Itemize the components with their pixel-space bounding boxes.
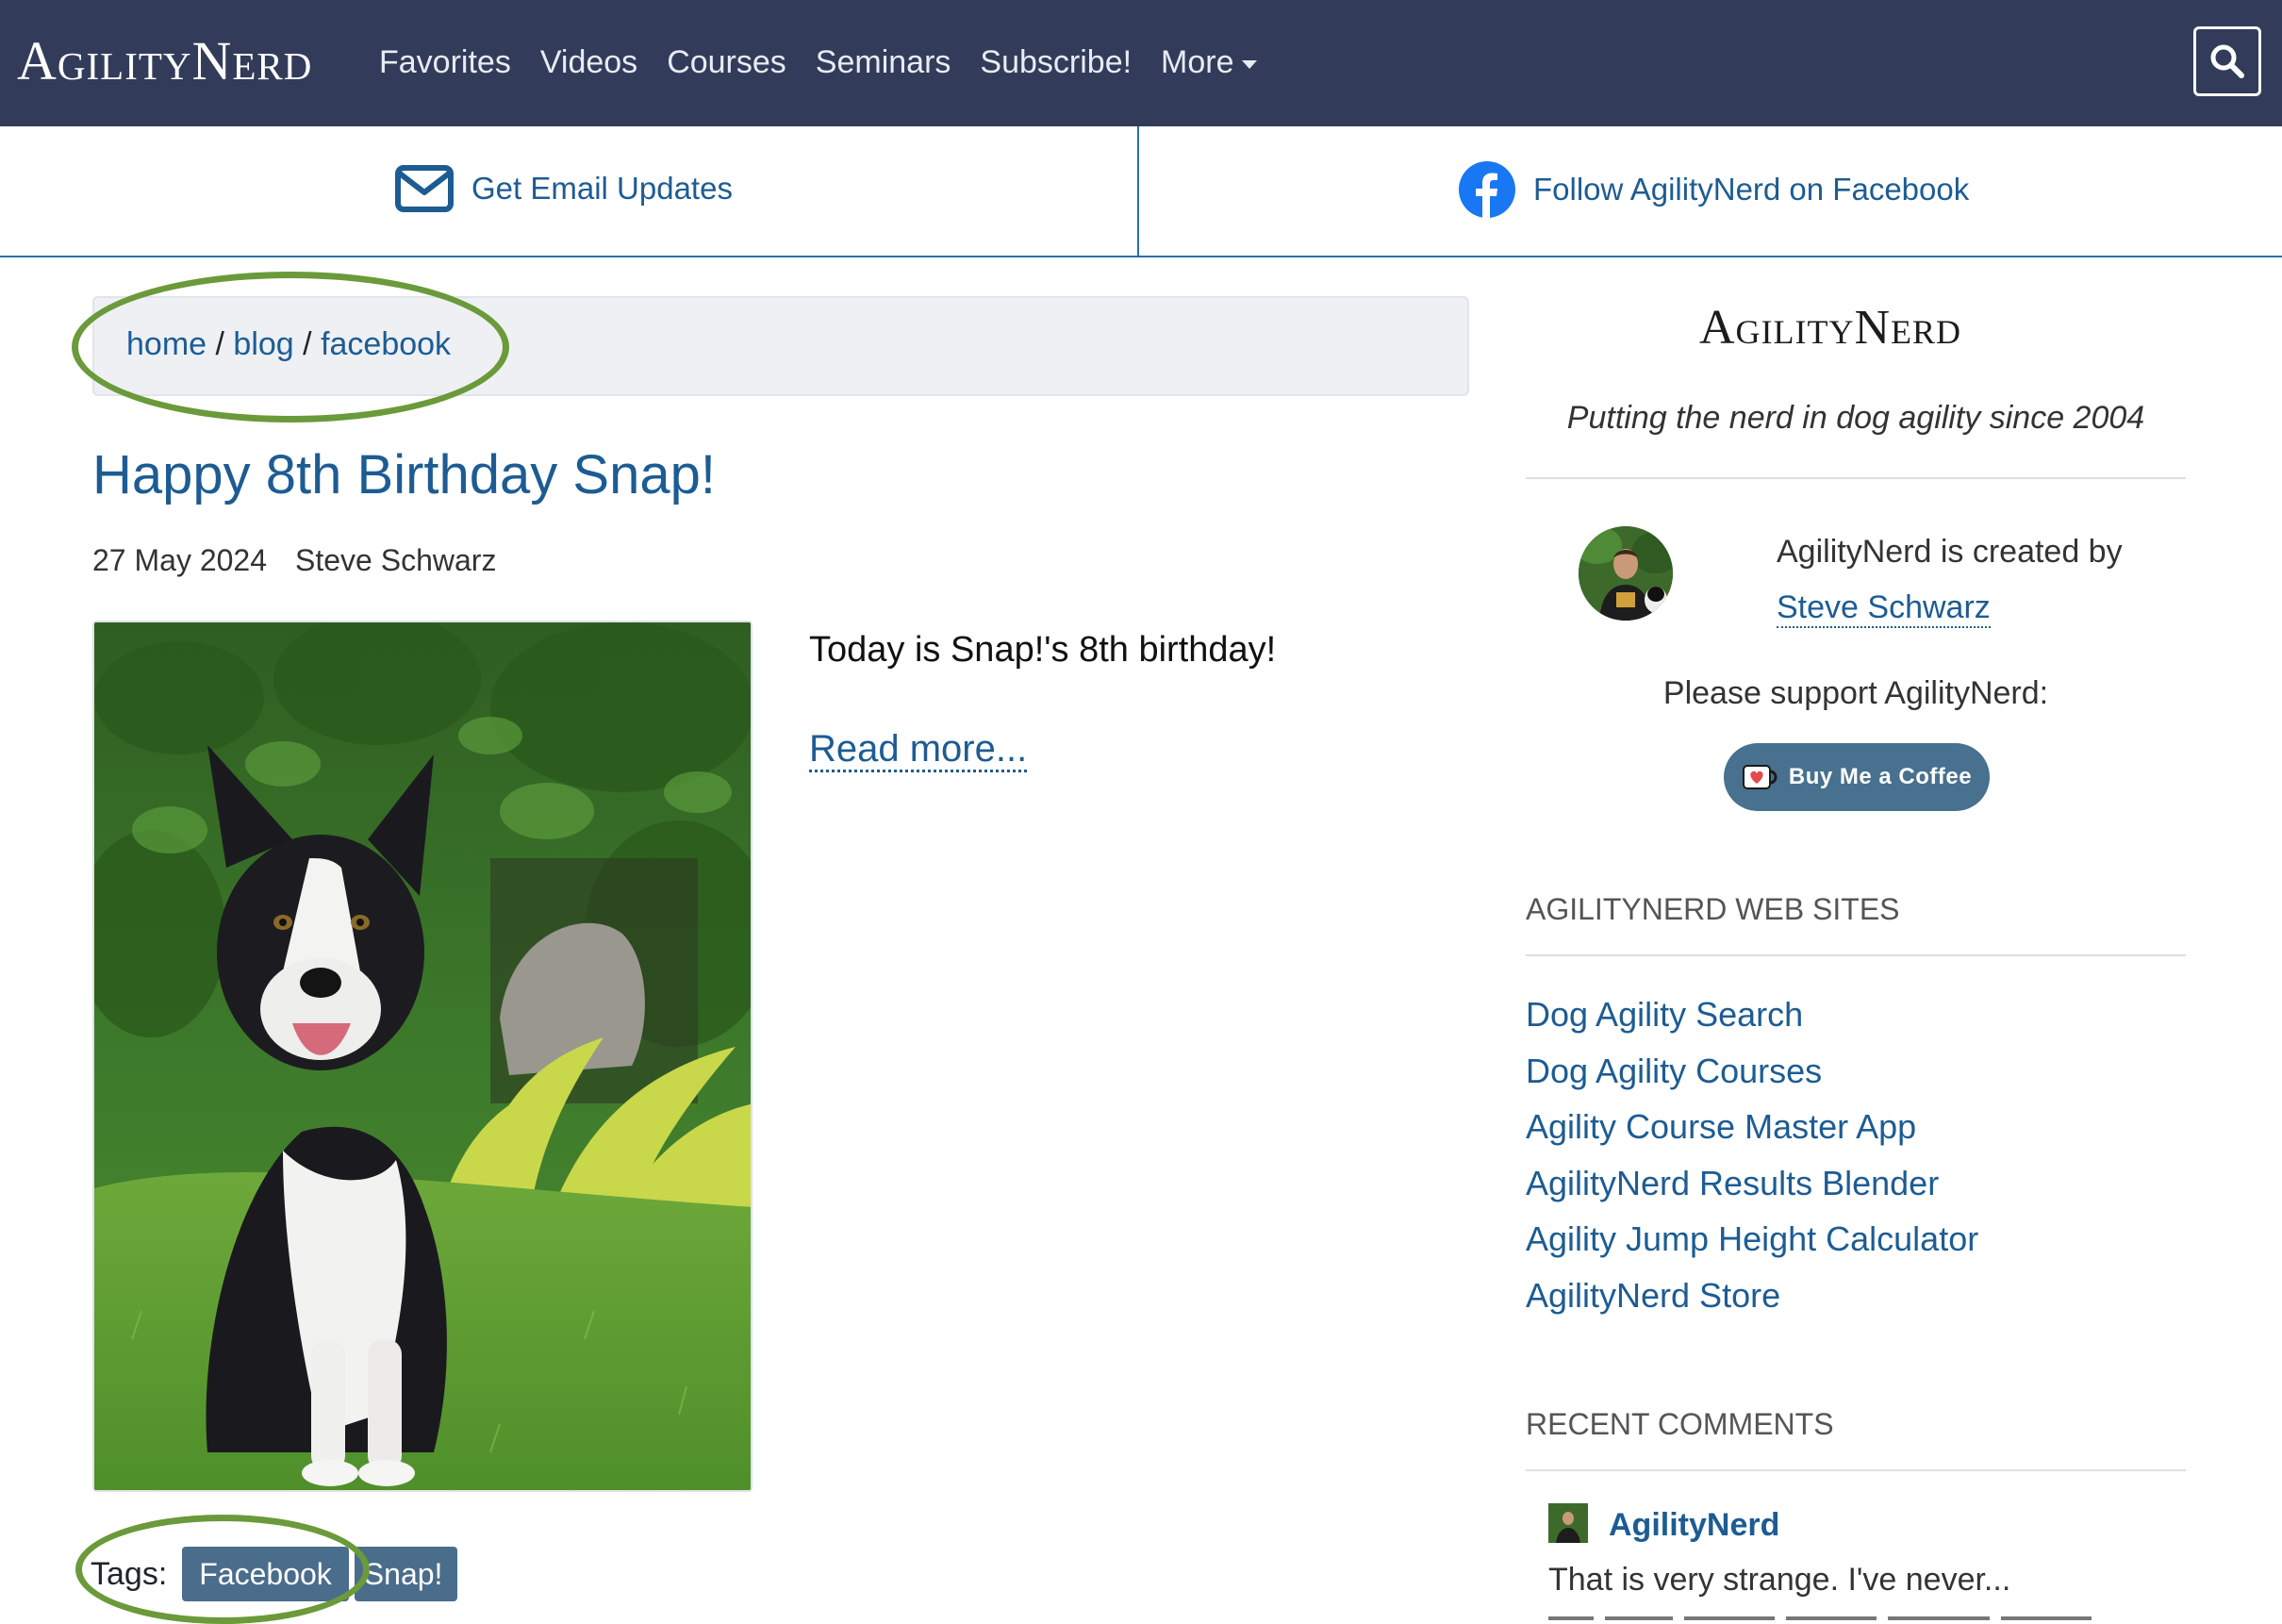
- facebook-follow-link[interactable]: Follow AgilityNerd on Facebook: [1458, 160, 1969, 219]
- email-updates-link[interactable]: Get Email Updates: [394, 164, 733, 213]
- top-navbar: AgilityNerd Favorites Videos Courses Sem…: [0, 0, 2282, 126]
- border-collie-photo: [94, 622, 751, 1490]
- nav-seminars[interactable]: Seminars: [816, 34, 951, 91]
- site-tagline: Putting the nerd in dog agility since 20…: [1566, 400, 2145, 436]
- nav-more-dropdown[interactable]: More: [1161, 34, 1257, 91]
- post-excerpt: Today is Snap!'s 8th birthday!: [809, 630, 1277, 670]
- post-date: 27 May 2024: [92, 543, 268, 577]
- buy-me-a-coffee-button[interactable]: Buy Me a Coffee: [1724, 743, 1990, 811]
- main-nav: Favorites Videos Courses Seminars Subscr…: [379, 34, 1286, 91]
- breadcrumb-separator: /: [303, 326, 312, 362]
- comment-author-link[interactable]: AgilityNerd: [1609, 1507, 1779, 1544]
- facebook-follow-label: Follow AgilityNerd on Facebook: [1533, 172, 1970, 207]
- site-link-dog-agility-courses[interactable]: Dog Agility Courses: [1526, 1047, 1978, 1103]
- breadcrumb-blog[interactable]: blog: [233, 326, 293, 362]
- web-sites-heading: AGILITYNERD WEB SITES: [1526, 892, 1900, 926]
- created-by-text: AgilityNerd is created by: [1777, 534, 2123, 570]
- post-photo-dog[interactable]: [92, 621, 752, 1492]
- breadcrumb-home[interactable]: home: [126, 326, 207, 362]
- sidebar-logo-text: AgilityNerd: [1699, 301, 1962, 355]
- sidebar-logo[interactable]: AgilityNerd: [1699, 300, 1961, 356]
- site-logo-text: AgilityNerd: [17, 30, 313, 91]
- site-logo[interactable]: AgilityNerd: [17, 28, 312, 94]
- recent-comments-heading: RECENT COMMENTS: [1526, 1407, 1834, 1441]
- breadcrumb-facebook[interactable]: facebook: [321, 326, 451, 362]
- subscribe-bar: Get Email Updates Follow AgilityNerd on …: [0, 126, 2282, 257]
- coffee-cup-icon: [1742, 765, 1778, 789]
- support-text: Please support AgilityNerd:: [1662, 675, 2049, 711]
- facebook-icon: [1459, 161, 1515, 219]
- read-more-link[interactable]: Read more...: [809, 728, 1028, 772]
- site-link-results-blender[interactable]: AgilityNerd Results Blender: [1526, 1159, 1978, 1216]
- tags-label: Tags:: [91, 1555, 168, 1592]
- envelope-icon: [395, 165, 454, 212]
- caret-down-icon: [1241, 59, 1257, 69]
- web-sites-divider: [1526, 954, 2186, 956]
- post-meta: 27 May 2024 Steve Schwarz: [92, 543, 496, 578]
- nav-courses[interactable]: Courses: [667, 34, 786, 91]
- tag-snap[interactable]: Snap!: [354, 1547, 458, 1601]
- breadcrumb-separator: /: [215, 326, 224, 362]
- comment-avatar-photo: [1548, 1503, 1588, 1543]
- site-link-store[interactable]: AgilityNerd Store: [1526, 1271, 1978, 1328]
- tag-facebook[interactable]: Facebook: [182, 1547, 349, 1601]
- creator-avatar[interactable]: [1579, 526, 1673, 621]
- avatar-photo: [1579, 526, 1673, 621]
- search-icon: [2210, 44, 2244, 78]
- creator-link[interactable]: Steve Schwarz: [1777, 588, 1991, 628]
- breadcrumb-trail: home / blog / facebook: [126, 326, 451, 363]
- post-tags: Tags: Facebook Snap!: [91, 1547, 463, 1601]
- comment-avatar: [1548, 1503, 1588, 1543]
- sidebar-divider: [1526, 477, 2186, 479]
- recent-comments-divider: [1526, 1469, 2186, 1471]
- comment-excerpt-continued: [1548, 1613, 2114, 1624]
- breadcrumb: home / blog / facebook: [92, 296, 1469, 396]
- nav-subscribe[interactable]: Subscribe!: [980, 34, 1132, 91]
- web-sites-list: Dog Agility Search Dog Agility Courses A…: [1526, 990, 1978, 1327]
- site-link-dog-agility-search[interactable]: Dog Agility Search: [1526, 990, 1978, 1047]
- site-link-jump-height-calculator[interactable]: Agility Jump Height Calculator: [1526, 1215, 1978, 1271]
- comment-excerpt[interactable]: That is very strange. I've never...: [1548, 1562, 2010, 1599]
- post-author: Steve Schwarz: [295, 543, 497, 577]
- email-updates-label: Get Email Updates: [471, 171, 733, 206]
- coffee-button-label: Buy Me a Coffee: [1788, 764, 1973, 789]
- subscribe-divider: [1137, 126, 1139, 257]
- nav-videos[interactable]: Videos: [540, 34, 637, 91]
- site-link-course-master-app[interactable]: Agility Course Master App: [1526, 1102, 1978, 1159]
- search-button[interactable]: [2193, 26, 2261, 96]
- post-title[interactable]: Happy 8th Birthday Snap!: [92, 443, 716, 506]
- nav-more-label: More: [1161, 44, 1234, 80]
- nav-favorites[interactable]: Favorites: [379, 34, 511, 91]
